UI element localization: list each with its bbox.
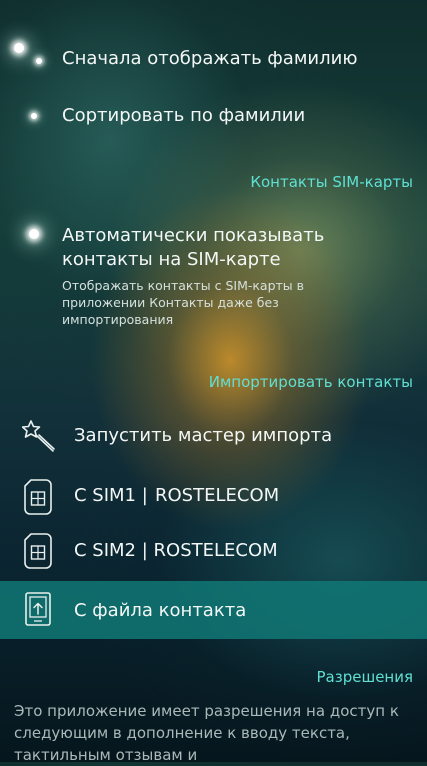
sparkle-decoration: [29, 229, 39, 239]
permissions-header: Разрешения: [316, 668, 414, 686]
sparkle-decoration: [31, 113, 37, 119]
contact-file-icon: [25, 592, 51, 630]
import-sim1-operator: ROSTELECOM: [155, 485, 280, 506]
auto-show-sim-contacts-title: Автоматически показывать контакты на SIM…: [62, 225, 325, 270]
magic-wand-icon: [21, 419, 56, 457]
import-sim2-label: С SIM2 | ROSTELECOM: [74, 540, 278, 561]
import-sim1-label: С SIM1 |: [74, 485, 148, 506]
sort-by-surname-setting[interactable]: Сортировать по фамилии: [62, 105, 305, 126]
import-contacts-header: Импортировать контакты: [208, 373, 413, 391]
permissions-description: Это приложение имеет разрешения на досту…: [14, 702, 399, 764]
auto-show-sim-contacts-description: Отображать контакты с SIM-карты в прилож…: [62, 278, 304, 327]
import-file-label: С файла контакта: [74, 600, 247, 621]
import-wizard-label: Запустить мастер импорта: [74, 425, 333, 446]
sparkle-decoration: [14, 43, 24, 53]
sim-card-icon: [24, 533, 52, 573]
sim-card-icon: [24, 479, 52, 519]
sparkle-decoration: [36, 58, 42, 64]
surname-first-setting[interactable]: Сначала отображать фамилию: [62, 48, 357, 69]
sim-contacts-header: Контакты SIM-карты: [250, 173, 413, 191]
